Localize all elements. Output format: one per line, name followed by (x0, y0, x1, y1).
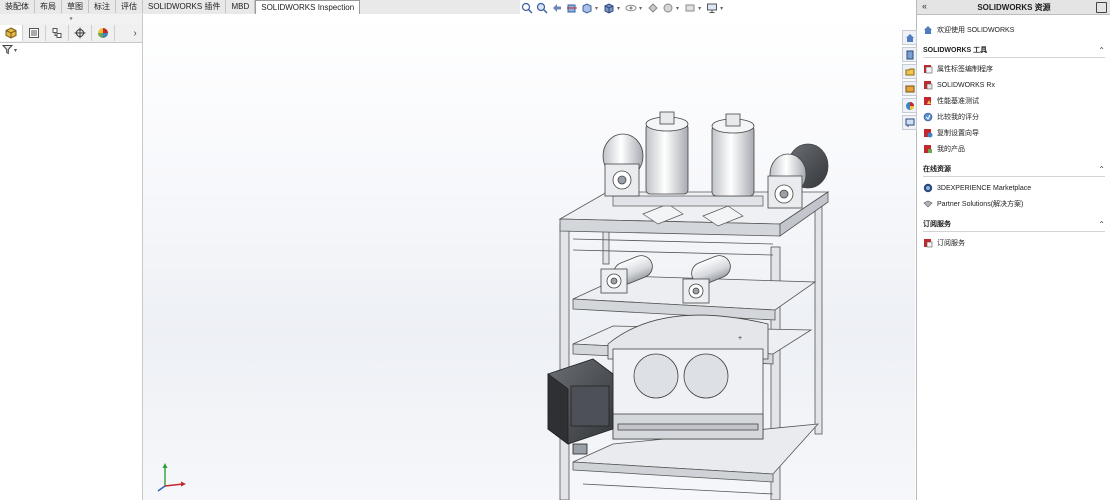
section-header[interactable]: 订阅服务 ⌃ (923, 217, 1105, 232)
task-pane-title: SOLIDWORKS 资源 (977, 3, 1051, 12)
link-my-products[interactable]: 我的产品 (923, 141, 1105, 157)
link-subscription-services[interactable]: 订阅服务 (923, 235, 1105, 251)
section-online-resources: 在线资源 ⌃ 3DEXPERIENCE Marketplace Partner … (923, 162, 1105, 212)
configuration-manager-icon[interactable] (46, 25, 69, 41)
home-icon[interactable] (902, 30, 917, 45)
command-manager-tabs: 装配体 布局 草图 标注 评估 SOLIDWORKS 插件 MBD SOLIDW… (0, 0, 520, 15)
section-title: 订阅服务 (923, 221, 951, 228)
filter-icon[interactable] (1, 44, 14, 57)
section-title: SOLIDWORKS 工具 (923, 47, 988, 54)
tab-addins[interactable]: SOLIDWORKS 插件 (143, 0, 227, 13)
chevron-up-icon[interactable]: ⌃ (1098, 220, 1105, 229)
top-motors (645, 111, 755, 197)
subscription-icon (924, 239, 933, 248)
link-performance-benchmark[interactable]: 性能基准测试 (923, 93, 1105, 109)
tab-layout[interactable]: 布局 (35, 0, 62, 13)
chevron-down-icon[interactable]: ▾ (720, 5, 723, 12)
zoom-to-fit-icon[interactable] (520, 2, 533, 15)
property-tab-builder-icon (924, 65, 933, 74)
design-library-icon[interactable] (902, 47, 917, 62)
task-pane: « SOLIDWORKS 资源 欢迎使用 SOLIDWORKS SOLIDWOR… (902, 0, 1110, 500)
feature-manager-panel: ● › ▾ ⋮ (0, 14, 148, 500)
welcome-link[interactable]: 欢迎使用 SOLIDWORKS (923, 22, 1105, 38)
view-orientation-icon[interactable] (580, 2, 593, 15)
chevron-down-icon[interactable]: ▾ (676, 5, 679, 12)
graphics-area[interactable]: + (143, 14, 915, 500)
tab-sketch[interactable]: 草图 (62, 0, 89, 13)
heads-up-view-toolbar: ▾ ▾ ▾ ▾ ▾ ▾ (520, 1, 725, 15)
welcome-label: 欢迎使用 SOLIDWORKS (937, 27, 1015, 34)
view-settings-icon[interactable] (683, 2, 696, 15)
partner-solutions-icon (923, 200, 933, 208)
zoom-area-icon[interactable] (535, 2, 548, 15)
edit-appearance-icon[interactable] (646, 2, 659, 15)
chevron-down-icon[interactable]: ▾ (698, 5, 701, 12)
task-pane-body: 欢迎使用 SOLIDWORKS SOLIDWORKS 工具 ⌃ 属性标签编制程序… (923, 22, 1105, 251)
benchmark-icon (924, 97, 931, 105)
link-compare-score[interactable]: 比较我的评分 (923, 109, 1105, 125)
gearbox (607, 314, 769, 440)
feature-manager-tabs: › (0, 24, 142, 43)
appearances-icon[interactable] (902, 98, 917, 113)
tree-filter[interactable]: ▾ (1, 44, 17, 57)
tab-markup[interactable]: 标注 (89, 0, 116, 13)
assembly-model[interactable]: + (143, 14, 915, 500)
copy-settings-icon (924, 129, 933, 138)
window-restore-icon[interactable] (1096, 2, 1107, 13)
tab-mbd[interactable]: MBD (226, 0, 256, 13)
home-icon (924, 26, 932, 34)
chevron-up-icon[interactable]: ⌃ (1098, 46, 1105, 55)
my-products-icon (924, 145, 932, 153)
solidworks-rx-icon (924, 81, 933, 90)
reference-triad-icon (157, 463, 186, 492)
chevron-up-icon[interactable]: ⌃ (1098, 165, 1105, 174)
monitor-icon[interactable] (705, 2, 718, 15)
apply-scene-icon[interactable] (661, 2, 674, 15)
link-partner-solutions[interactable]: Partner Solutions(解决方案) (923, 196, 1105, 212)
panel-grip[interactable]: ● (0, 14, 142, 24)
section-view-icon[interactable] (565, 2, 578, 15)
chevron-down-icon[interactable]: ▾ (617, 5, 620, 12)
compare-score-icon (923, 112, 933, 122)
servo-motor (547, 358, 614, 455)
view-palette-icon[interactable] (902, 81, 917, 96)
chevron-down-icon[interactable]: ▾ (14, 47, 17, 54)
link-solidworks-rx[interactable]: SOLIDWORKS Rx (923, 77, 1105, 93)
previous-view-icon[interactable] (550, 2, 563, 15)
link-3dexperience-marketplace[interactable]: 3DEXPERIENCE Marketplace (923, 180, 1105, 196)
display-manager-icon[interactable] (92, 25, 115, 41)
display-style-icon[interactable] (602, 2, 615, 15)
chevron-down-icon[interactable]: ▾ (595, 5, 598, 12)
marketplace-icon (923, 183, 933, 193)
file-explorer-icon[interactable] (902, 64, 917, 79)
cursor-mark: + (738, 335, 742, 342)
hide-show-icon[interactable] (624, 2, 637, 15)
tab-evaluate[interactable]: 评估 (116, 0, 143, 13)
task-pane-header: « SOLIDWORKS 资源 (917, 0, 1110, 15)
task-pane-side-tabs (902, 30, 917, 130)
section-title: 在线资源 (923, 166, 951, 173)
section-solidworks-tools: SOLIDWORKS 工具 ⌃ 属性标签编制程序 SOLIDWORKS Rx 性… (923, 43, 1105, 157)
tab-inspection[interactable]: SOLIDWORKS Inspection (255, 0, 361, 15)
property-manager-icon[interactable] (23, 25, 46, 41)
custom-properties-icon[interactable] (902, 115, 917, 130)
link-copy-settings-wizard[interactable]: 复制设置向导 (923, 125, 1105, 141)
featuremanager-tree-icon[interactable] (0, 25, 23, 41)
link-property-tab-builder[interactable]: 属性标签编制程序 (923, 61, 1105, 77)
section-subscription-services: 订阅服务 ⌃ 订阅服务 (923, 217, 1105, 251)
dimxpert-manager-icon[interactable] (69, 25, 92, 41)
section-header[interactable]: 在线资源 ⌃ (923, 162, 1105, 177)
more-tabs-chevron-icon[interactable]: › (128, 28, 142, 39)
tab-assembly[interactable]: 装配体 (0, 0, 35, 13)
section-header[interactable]: SOLIDWORKS 工具 ⌃ (923, 43, 1105, 58)
chevron-down-icon[interactable]: ▾ (639, 5, 642, 12)
